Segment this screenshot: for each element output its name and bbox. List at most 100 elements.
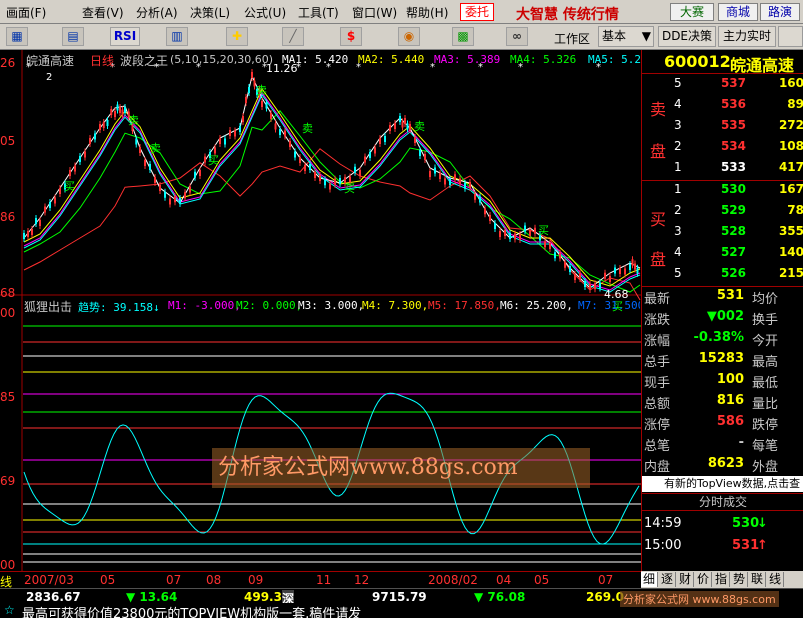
tab-link[interactable]: 联: [749, 572, 766, 587]
stats-icon[interactable]: ▩: [452, 27, 474, 46]
binoculars-icon[interactable]: ∞: [506, 27, 528, 46]
candle-body: [119, 107, 121, 113]
buy-marker: 买: [344, 182, 355, 195]
mall-button[interactable]: 商城: [718, 3, 758, 21]
candle-body: [359, 170, 361, 176]
candle-body: [99, 124, 101, 130]
news-ticker[interactable]: ☆ 最高可获得价值23800元的TOPVIEW机构版一套,稿件请发 分析家公式网…: [0, 591, 803, 618]
grid-icon[interactable]: ▥: [166, 27, 188, 46]
menu-decision[interactable]: 决策(L): [190, 4, 230, 21]
topview-notice[interactable]: 有新的TopView数据,点击查: [642, 476, 803, 492]
sell-level-5[interactable]: 5 537 160: [642, 76, 803, 97]
sell-level-2[interactable]: 2 534 108: [642, 139, 803, 160]
menu-window[interactable]: 窗口(W): [352, 4, 397, 21]
oscillator-name: 狐狸出击: [24, 300, 73, 314]
kline-icon[interactable]: ▦: [6, 27, 28, 46]
candle-body: [245, 97, 247, 103]
candle-body: [261, 101, 263, 107]
crosshair-icon[interactable]: ✚: [226, 27, 248, 46]
tab-price[interactable]: 价: [695, 572, 712, 587]
candle-body: [204, 156, 206, 163]
candle-body: [199, 170, 201, 176]
buy-level-2[interactable]: 2 529 78: [642, 203, 803, 224]
candle-body: [74, 165, 76, 172]
price-axis-bottom: 68: [0, 286, 16, 300]
site-watermark: 分析家公式网 www.88gs.com: [620, 591, 779, 607]
sh-index-value[interactable]: 2836.67: [26, 590, 81, 604]
candle-body: [164, 191, 166, 198]
menu-analyze[interactable]: 分析(A): [136, 4, 178, 21]
contest-button[interactable]: 大赛: [670, 3, 714, 21]
candle-body: [619, 268, 621, 274]
candle-body: [584, 281, 586, 287]
sh-index-change: ▼ 13.64: [126, 590, 178, 604]
ruler-icon[interactable]: ╱: [282, 27, 304, 46]
osc-axis-top: 00: [0, 306, 16, 320]
candle-body: [49, 202, 51, 208]
tab-tick[interactable]: 逐: [659, 572, 676, 587]
menu-view[interactable]: 查看(V): [82, 4, 124, 21]
chart-area[interactable]: * * * * * * * * * * * * 皖通高速 日线 波段之王 (5,10,15,20,30…: [0, 50, 648, 586]
tab-trend[interactable]: 势: [731, 572, 748, 587]
sell-level-4[interactable]: 4 536 89: [642, 97, 803, 118]
candle-body: [106, 120, 109, 126]
dde-button[interactable]: DDE决策: [658, 26, 716, 47]
trade-row: 15:00 531 ↑: [644, 538, 768, 553]
candle-body: [89, 138, 91, 144]
tab-index[interactable]: 指: [713, 572, 730, 587]
sell-level-1[interactable]: 1 533 417: [642, 160, 803, 181]
candle-body: [434, 167, 436, 174]
sz-index-value[interactable]: 9715.79: [372, 590, 427, 604]
candle-body: [234, 130, 236, 137]
roadshow-button[interactable]: 路演: [760, 3, 800, 21]
more-button[interactable]: [778, 26, 803, 47]
osc-m7-label: M7: 31.500,: [578, 299, 640, 312]
time-tick: 2007/03: [24, 573, 74, 587]
price-axis-lower: 86: [0, 210, 16, 224]
candle-body: [374, 147, 376, 154]
time-tick: 05: [100, 573, 116, 587]
candle-body: [574, 274, 576, 280]
candle-body: [409, 124, 411, 130]
candle-body: [324, 179, 326, 186]
candle-body: [379, 138, 381, 144]
candle-body: [614, 267, 616, 274]
buy-level-5[interactable]: 5 526 215: [642, 266, 803, 287]
brand-logo: 大智慧 传统行情: [516, 7, 619, 23]
candle-body: [589, 284, 591, 290]
dollar-icon[interactable]: $: [340, 27, 362, 46]
tab-detail[interactable]: 细: [641, 572, 658, 587]
candle-body: [534, 227, 536, 234]
menu-help[interactable]: 帮助(H): [406, 4, 448, 21]
layout-select[interactable]: 基本 ▼: [598, 26, 654, 47]
candle-body: [469, 182, 471, 188]
candle-body: [102, 122, 105, 128]
osc-m3-label: M3: 3.000,: [298, 299, 365, 312]
main-flow-button[interactable]: 主力实时: [718, 26, 776, 47]
candle-body: [439, 173, 441, 179]
buy-level-4[interactable]: 4 527 140: [642, 245, 803, 266]
candle-body: [394, 123, 396, 129]
candle-body: [114, 111, 116, 117]
candle-body: [389, 125, 391, 131]
ticker-text[interactable]: 最高可获得价值23800元的TOPVIEW机构版一套,稿件请发: [22, 603, 361, 618]
ma3-label: MA3: 5.389: [434, 53, 501, 66]
stat-current-volume: 现手 100 最低: [644, 372, 779, 391]
rsi-button[interactable]: RSI: [110, 27, 140, 46]
glasses-icon[interactable]: ◉: [398, 27, 420, 46]
menu-screen[interactable]: 画面(F): [6, 4, 46, 21]
sell-marker: 卖: [150, 142, 161, 155]
menu-formula[interactable]: 公式(U): [244, 4, 286, 21]
menu-tools[interactable]: 工具(T): [298, 4, 339, 21]
delegate-button[interactable]: 委托: [460, 3, 494, 21]
candle-body: [504, 230, 506, 236]
sell-level-3[interactable]: 3 535 272: [642, 118, 803, 139]
chevron-down-icon: ▼: [641, 29, 651, 43]
time-axis: 线 2007/03 05 07 08 09 11 12 2008/02 04 0…: [0, 571, 641, 589]
tab-line[interactable]: 线: [767, 572, 784, 587]
tab-finance[interactable]: 财: [677, 572, 694, 587]
buy-level-1[interactable]: 1 530 167: [642, 182, 803, 203]
candle-body: [184, 192, 186, 199]
buy-level-3[interactable]: 3 528 355: [642, 224, 803, 245]
chart-icon[interactable]: ▤: [62, 27, 84, 46]
